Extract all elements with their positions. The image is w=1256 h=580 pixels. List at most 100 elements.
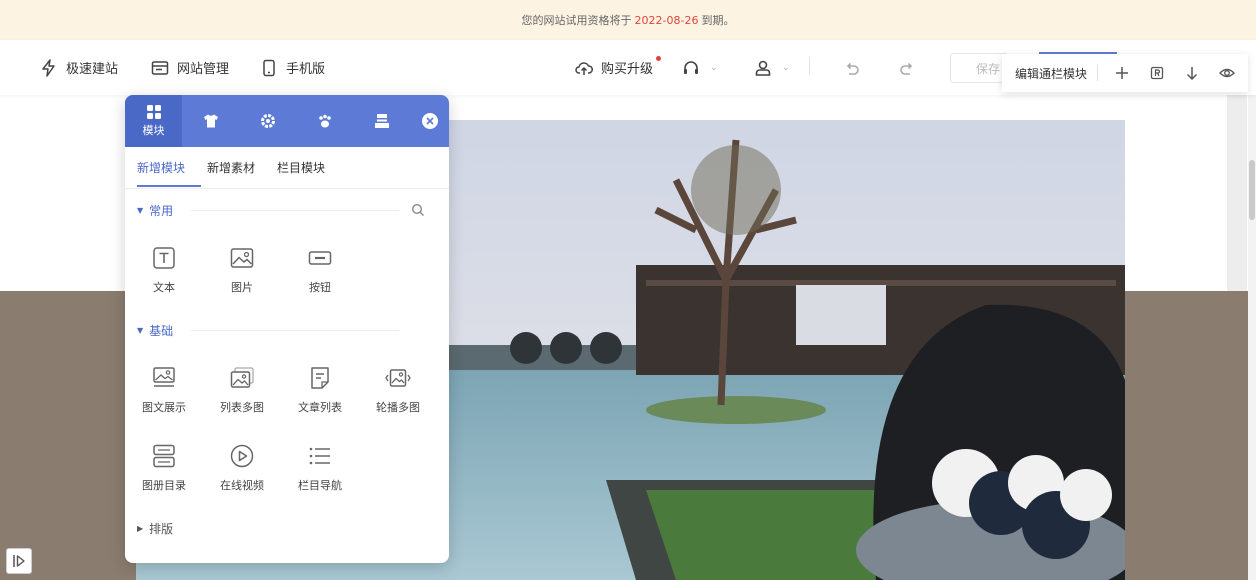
headset-icon <box>684 60 698 74</box>
add-module-button[interactable] <box>1104 54 1139 92</box>
arrow-down-icon <box>1186 67 1197 81</box>
section-divider <box>191 210 399 211</box>
shirt-icon <box>203 114 218 128</box>
document-icon <box>311 367 329 389</box>
play-icon <box>230 444 254 468</box>
quick-build-button[interactable]: 极速建站 <box>40 40 118 95</box>
tab-layout[interactable] <box>353 95 410 147</box>
button-icon <box>308 251 332 265</box>
tab-modules[interactable]: 模块 <box>125 95 182 147</box>
browser-icon <box>151 60 169 75</box>
gear-icon <box>260 114 275 128</box>
tab-modules-label: 模块 <box>142 124 165 137</box>
module-online-video-label: 在线视频 <box>220 479 264 492</box>
site-manage-label: 网站管理 <box>177 62 230 77</box>
module-list-images-label: 列表多图 <box>220 401 264 414</box>
grid-icon <box>146 105 161 119</box>
plus-icon <box>1115 67 1128 79</box>
close-panel-button[interactable] <box>422 113 438 129</box>
panel-tab-bar: 模块 <box>125 95 449 147</box>
module-text-label: 文本 <box>153 281 175 294</box>
module-carousel-label: 轮播多图 <box>376 401 420 414</box>
banner-prefix: 您的网站试用资格将于 <box>521 14 632 27</box>
module-article-list-label: 文章列表 <box>298 401 342 414</box>
module-image-label: 图片 <box>231 281 253 294</box>
scrollbar-thumb[interactable] <box>1249 160 1255 220</box>
section-basic-title: 基础 <box>149 323 174 338</box>
module-carousel[interactable]: 轮播多图 <box>359 351 437 429</box>
module-article-list[interactable]: 文章列表 <box>281 351 359 429</box>
common-module-grid: 文本 图片 按钮 <box>125 231 449 309</box>
chevron-down-icon: ⌄ <box>710 62 718 73</box>
canvas-edge <box>1227 95 1247 291</box>
module-image-text[interactable]: 图文展示 <box>125 351 203 429</box>
quick-build-label: 极速建站 <box>66 62 119 77</box>
chevron-down-icon: ⌄ <box>782 62 790 73</box>
edit-banner-module-label[interactable]: 编辑通栏模块 <box>1015 65 1087 82</box>
module-settings-button[interactable] <box>1139 54 1174 92</box>
search-icon[interactable] <box>411 203 425 217</box>
cloud-upload-icon <box>575 61 593 75</box>
account-button[interactable]: ⌄ <box>754 40 790 95</box>
undo-button[interactable] <box>843 40 861 95</box>
module-image[interactable]: 图片 <box>203 231 281 309</box>
eye-icon <box>1218 68 1235 78</box>
trial-banner: 您的网站试用资格将于 2022-08-26 到期。 <box>0 0 1256 40</box>
text-icon <box>153 247 175 269</box>
notification-dot <box>656 56 661 61</box>
module-image-text-label: 图文展示 <box>142 401 186 414</box>
tab-theme[interactable] <box>182 95 239 147</box>
undo-icon <box>846 62 859 75</box>
save-button[interactable]: 保存 <box>950 53 1008 83</box>
module-list-images[interactable]: 列表多图 <box>203 351 281 429</box>
move-down-button[interactable] <box>1174 54 1209 92</box>
preview-button[interactable] <box>1209 54 1244 92</box>
square-r-icon <box>1150 66 1163 80</box>
tab-plugins[interactable] <box>296 95 353 147</box>
subtab-new-module[interactable]: 新增模块 <box>137 147 185 189</box>
banner-suffix: 到期。 <box>701 14 735 27</box>
section-layout-header[interactable]: ▶ 排版 <box>125 507 449 549</box>
tab-settings[interactable] <box>239 95 296 147</box>
module-button[interactable]: 按钮 <box>281 231 359 309</box>
subtab-column-module[interactable]: 栏目模块 <box>277 147 325 189</box>
module-column-nav[interactable]: 栏目导航 <box>281 429 359 507</box>
buy-upgrade-button[interactable]: 购买升级 <box>575 40 653 95</box>
module-online-video[interactable]: 在线视频 <box>203 429 281 507</box>
paw-icon <box>318 114 331 128</box>
layout-icon <box>374 114 389 128</box>
module-album-catalog[interactable]: 图册目录 <box>125 429 203 507</box>
edit-banner-module-bar: 编辑通栏模块 <box>1002 54 1248 92</box>
lightning-icon <box>42 58 55 77</box>
carousel-icon <box>385 369 411 387</box>
basic-module-grid: 图文展示 列表多图 文章列表 轮播多图 图册目录 在线视频 栏目导航 <box>125 351 449 507</box>
expand-icon <box>13 555 25 567</box>
module-column-nav-label: 栏目导航 <box>298 479 342 492</box>
site-manage-button[interactable]: 网站管理 <box>151 40 229 95</box>
redo-icon <box>900 62 913 75</box>
close-icon <box>426 117 434 125</box>
section-layout-title: 排版 <box>149 521 174 536</box>
caret-down-icon: ▼ <box>137 325 144 335</box>
user-icon <box>755 60 771 76</box>
caret-right-icon: ▶ <box>137 523 144 533</box>
banner-date: 2022-08-26 <box>634 13 699 27</box>
subtab-new-material[interactable]: 新增素材 <box>207 147 255 189</box>
support-button[interactable]: ⌄ <box>682 40 718 95</box>
section-common-header[interactable]: ▼ 常用 <box>125 189 449 231</box>
section-divider <box>191 330 399 331</box>
image-text-icon <box>153 367 175 387</box>
album-icon <box>153 444 175 468</box>
mobile-button[interactable]: 手机版 <box>260 40 325 95</box>
section-basic-header[interactable]: ▼ 基础 <box>125 309 449 351</box>
buy-upgrade-label: 购买升级 <box>601 62 654 77</box>
module-panel: 模块 新增模块 新增素材 栏目模块 ▼ 常用 文本 图片 按钮 ▼ 基础 图文展… <box>125 95 449 563</box>
image-icon <box>230 248 254 268</box>
expand-sidebar-button[interactable] <box>6 548 32 574</box>
subtab-underline <box>137 185 201 187</box>
module-album-catalog-label: 图册目录 <box>142 479 186 492</box>
module-text[interactable]: 文本 <box>125 231 203 309</box>
toolbar-divider <box>809 57 810 75</box>
panel-subtabs: 新增模块 新增素材 栏目模块 <box>125 147 449 189</box>
redo-button[interactable] <box>898 40 916 95</box>
